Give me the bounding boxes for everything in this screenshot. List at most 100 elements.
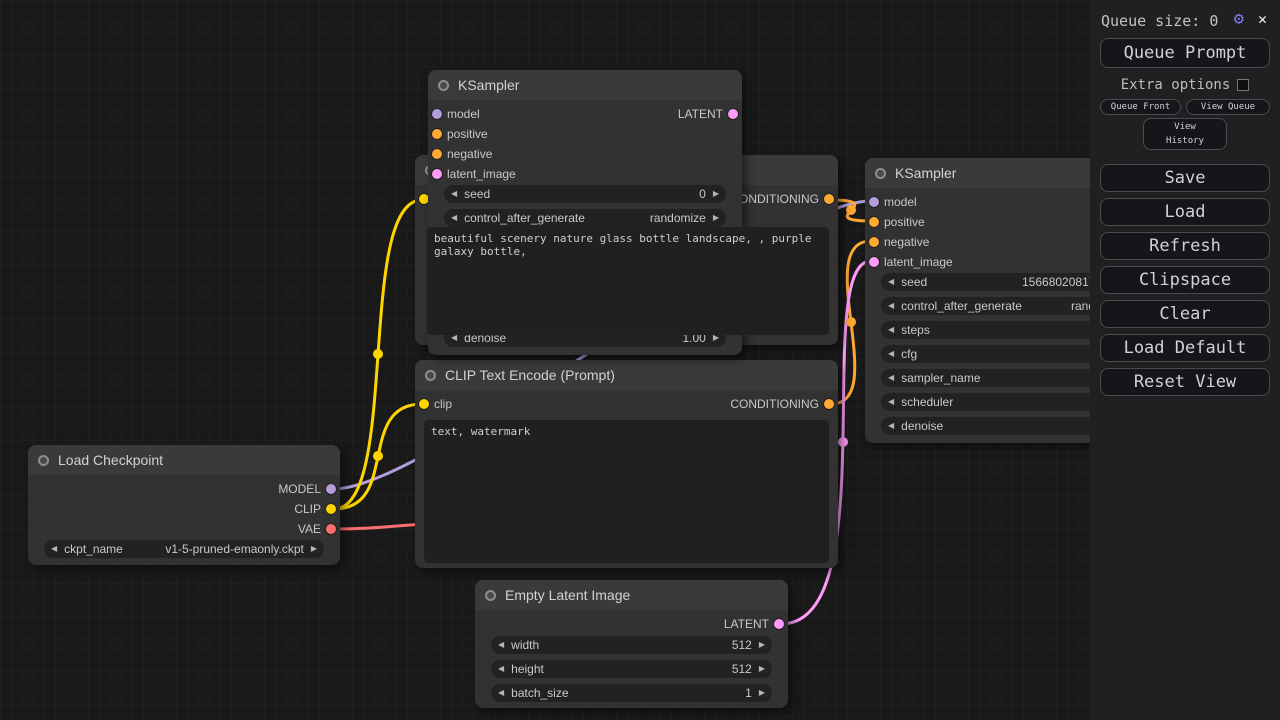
queue-prompt-button[interactable]: Queue Prompt <box>1100 38 1270 68</box>
clipspace-button[interactable]: Clipspace <box>1100 266 1270 294</box>
input-slot-latent-image[interactable] <box>432 169 442 179</box>
link-midpoint-dot <box>838 437 848 447</box>
input-slot-positive[interactable] <box>869 217 879 227</box>
output-slot-model[interactable] <box>326 484 336 494</box>
node-load-checkpoint[interactable]: Load Checkpoint MODEL CLIP VAE ◀ ckpt_na… <box>28 445 340 565</box>
reset-view-button[interactable]: Reset View <box>1100 368 1270 396</box>
output-slot-conditioning[interactable] <box>824 399 834 409</box>
output-slot-vae[interactable] <box>326 524 336 534</box>
decrement-arrow-icon[interactable]: ◀ <box>498 660 504 678</box>
widget-label: ckpt_name <box>64 542 123 556</box>
increment-arrow-icon[interactable]: ▶ <box>759 684 765 702</box>
node-graph-canvas[interactable]: clip CONDITIONING KSampler model LATENT … <box>0 0 1280 720</box>
widget-batch-size[interactable]: ◀ batch_size 1 ▶ <box>491 684 772 702</box>
prompt-textarea-negative[interactable]: text, watermark <box>424 420 829 563</box>
node-title-bar[interactable]: Empty Latent Image <box>475 580 788 610</box>
node-title-bar[interactable]: CLIP Text Encode (Prompt) <box>415 360 838 390</box>
decrement-arrow-icon[interactable]: ◀ <box>888 273 894 291</box>
widget-value: 1 <box>745 686 752 700</box>
increment-arrow-icon[interactable]: ▶ <box>759 636 765 654</box>
decrement-arrow-icon[interactable]: ◀ <box>888 393 894 411</box>
widget-height[interactable]: ◀ height 512 ▶ <box>491 660 772 678</box>
widget-value: randomize <box>650 211 706 225</box>
widget-label: height <box>511 662 544 676</box>
widget-label: cfg <box>901 347 917 361</box>
input-slot-negative[interactable] <box>432 149 442 159</box>
input-slot-model[interactable] <box>432 109 442 119</box>
save-button[interactable]: Save <box>1100 164 1270 192</box>
decrement-arrow-icon[interactable]: ◀ <box>888 297 894 315</box>
widget-label: steps <box>901 323 930 337</box>
input-slot-latent-image[interactable] <box>869 257 879 267</box>
input-slot-negative[interactable] <box>869 237 879 247</box>
node-empty-latent-image[interactable]: Empty Latent Image LATENT ◀ width 512 ▶ … <box>475 580 788 708</box>
input-slot-model[interactable] <box>869 197 879 207</box>
link-midpoint-dot <box>373 451 383 461</box>
decrement-arrow-icon[interactable]: ◀ <box>451 209 457 227</box>
decrement-arrow-icon[interactable]: ◀ <box>51 540 57 558</box>
input-slot-label: negative <box>884 232 929 252</box>
decrement-arrow-icon[interactable]: ◀ <box>498 636 504 654</box>
slot-row: VAE <box>28 519 340 539</box>
decrement-arrow-icon[interactable]: ◀ <box>888 345 894 363</box>
clear-button[interactable]: Clear <box>1100 300 1270 328</box>
node-title: CLIP Text Encode (Prompt) <box>445 360 615 390</box>
widget-control-after-generate[interactable]: ◀ control_after_generate randomize ▶ <box>444 209 726 227</box>
prompt-textarea-positive[interactable]: beautiful scenery nature glass bottle la… <box>427 227 829 335</box>
extra-options-row: Extra options <box>1090 77 1280 93</box>
node-title: Empty Latent Image <box>505 580 630 610</box>
decrement-arrow-icon[interactable]: ◀ <box>888 321 894 339</box>
input-slot-clip[interactable] <box>419 399 429 409</box>
output-slot-latent[interactable] <box>728 109 738 119</box>
load-default-button[interactable]: Load Default <box>1100 334 1270 362</box>
decrement-arrow-icon[interactable]: ◀ <box>888 369 894 387</box>
output-slot-clip[interactable] <box>326 504 336 514</box>
widget-value: v1-5-pruned-emaonly.ckpt <box>165 542 304 556</box>
increment-arrow-icon[interactable]: ▶ <box>759 660 765 678</box>
widget-value: 512 <box>732 662 752 676</box>
load-button[interactable]: Load <box>1100 198 1270 226</box>
collapse-dot[interactable] <box>38 455 49 466</box>
view-history-label-line2: History <box>1144 135 1226 149</box>
input-slot-positive[interactable] <box>432 129 442 139</box>
collapse-dot[interactable] <box>875 168 886 179</box>
refresh-button[interactable]: Refresh <box>1100 232 1270 260</box>
link-midpoint-dot <box>846 205 856 215</box>
input-slot-label: negative <box>447 144 492 164</box>
output-slot-conditioning[interactable] <box>824 194 834 204</box>
input-slot-label: positive <box>447 124 488 144</box>
node-clip-text-encode-negative[interactable]: CLIP Text Encode (Prompt) clip CONDITION… <box>415 360 838 568</box>
extra-options-checkbox[interactable] <box>1237 79 1249 91</box>
output-slot-label: VAE <box>298 519 321 539</box>
input-slot-label: model <box>884 192 917 212</box>
increment-arrow-icon[interactable]: ▶ <box>713 185 719 203</box>
close-icon[interactable]: ✕ <box>1258 10 1267 28</box>
decrement-arrow-icon[interactable]: ◀ <box>888 417 894 435</box>
slot-row: negative <box>428 144 742 164</box>
settings-gear-icon[interactable]: ⚙ <box>1234 9 1244 29</box>
widget-seed[interactable]: ◀ seed 0 ▶ <box>444 185 726 203</box>
collapse-dot[interactable] <box>425 370 436 381</box>
increment-arrow-icon[interactable]: ▶ <box>311 540 317 558</box>
output-slot-latent[interactable] <box>774 619 784 629</box>
output-slot-label: CONDITIONING <box>730 189 819 209</box>
node-title-bar[interactable]: KSampler <box>428 70 742 100</box>
node-title: KSampler <box>458 70 519 100</box>
view-queue-button[interactable]: View Queue <box>1186 99 1270 115</box>
slot-row: clip CONDITIONING <box>415 394 838 414</box>
widget-ckpt-name[interactable]: ◀ ckpt_name v1-5-pruned-emaonly.ckpt ▶ <box>44 540 324 558</box>
queue-size-label: Queue size: 0 <box>1101 12 1218 30</box>
link-midpoint-dot <box>373 349 383 359</box>
widget-width[interactable]: ◀ width 512 ▶ <box>491 636 772 654</box>
decrement-arrow-icon[interactable]: ◀ <box>451 185 457 203</box>
decrement-arrow-icon[interactable]: ◀ <box>498 684 504 702</box>
collapse-dot[interactable] <box>485 590 496 601</box>
view-history-button[interactable]: View History <box>1143 118 1227 150</box>
extra-options-label: Extra options <box>1121 77 1231 93</box>
node-title-bar[interactable]: Load Checkpoint <box>28 445 340 475</box>
collapse-dot[interactable] <box>438 80 449 91</box>
increment-arrow-icon[interactable]: ▶ <box>713 209 719 227</box>
slot-row: model LATENT <box>428 104 742 124</box>
queue-front-button[interactable]: Queue Front <box>1100 99 1181 115</box>
node-title: Load Checkpoint <box>58 445 163 475</box>
